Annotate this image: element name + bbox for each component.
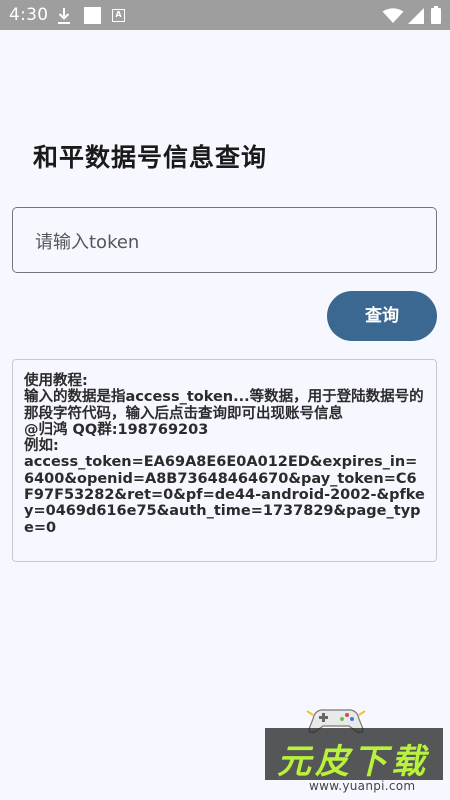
- token-input[interactable]: [33, 226, 417, 258]
- token-field[interactable]: [12, 207, 437, 273]
- square-icon: [84, 7, 101, 24]
- tutorial-example-token: access_token=EA69A8E6E0A012ED&expires_in…: [24, 454, 425, 536]
- tutorial-author-contact: @归鸿 QQ群:198769203: [24, 421, 209, 438]
- query-button[interactable]: 查询: [327, 291, 437, 341]
- page-title: 和平数据号信息查询: [33, 143, 268, 172]
- tutorial-description: 输入的数据是指access_token...等数据，用于登陆数据号的那段字符代码…: [24, 389, 424, 422]
- signal-icon: [408, 8, 424, 24]
- wifi-icon: [382, 8, 404, 23]
- a-icon: A: [112, 9, 125, 22]
- tutorial-box: 使用教程: 输入的数据是指access_token...等数据，用于登陆数据号的…: [12, 359, 437, 562]
- watermark: 元皮下载 www.yuanpi.com: [265, 705, 443, 795]
- status-time: 4:30: [9, 5, 49, 25]
- tutorial-example-label: 例如:: [24, 438, 59, 455]
- battery-icon: [431, 6, 441, 24]
- status-bar: 4:30 A: [0, 0, 450, 30]
- watermark-url: www.yuanpi.com: [309, 779, 416, 793]
- watermark-logo-text: 元皮下载: [277, 742, 429, 782]
- tutorial-heading: 使用教程:: [24, 373, 88, 389]
- download-icon: [58, 8, 70, 24]
